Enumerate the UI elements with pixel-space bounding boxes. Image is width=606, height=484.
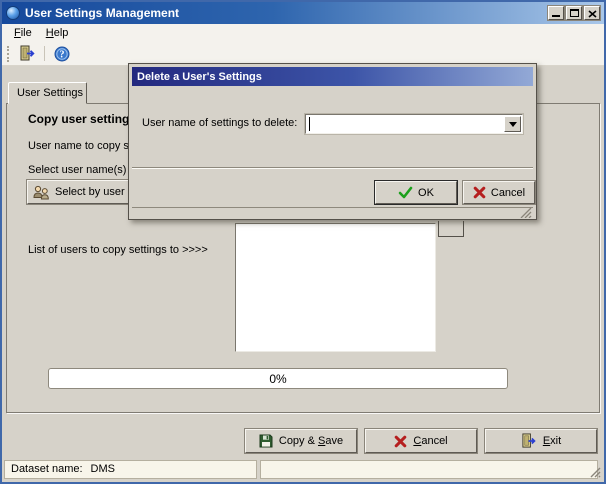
red-x-icon bbox=[473, 186, 486, 199]
svg-text:?: ? bbox=[60, 49, 65, 60]
text-caret bbox=[309, 117, 310, 131]
toolbar-grip[interactable] bbox=[7, 46, 9, 62]
partially-hidden-button[interactable] bbox=[438, 221, 464, 237]
cancel-button[interactable]: Cancel bbox=[365, 429, 477, 453]
dialog-ok-button[interactable]: OK bbox=[375, 181, 457, 204]
exit-door-icon bbox=[19, 45, 36, 62]
green-check-icon bbox=[398, 186, 413, 199]
delete-user-combo-input[interactable] bbox=[310, 116, 500, 132]
tab-user-settings[interactable]: User Settings bbox=[8, 82, 87, 104]
menu-item-help[interactable]: Help bbox=[39, 25, 76, 41]
maximize-button[interactable] bbox=[566, 6, 582, 20]
help-icon: ? bbox=[54, 46, 70, 62]
window-titlebar[interactable]: User Settings Management bbox=[2, 2, 604, 24]
status-bar: Dataset name: DMS bbox=[2, 456, 604, 482]
progress-bar: 0% bbox=[48, 368, 508, 389]
dialog-divider bbox=[132, 167, 533, 169]
copy-to-users-listbox[interactable] bbox=[235, 223, 436, 352]
maximize-icon bbox=[570, 9, 579, 17]
dialog-resize-grip-icon[interactable] bbox=[520, 207, 532, 218]
minimize-icon bbox=[552, 15, 560, 17]
menu-bar: File Help bbox=[2, 24, 604, 42]
users-icon bbox=[33, 185, 50, 200]
exit-door-icon bbox=[521, 433, 537, 449]
window-title: User Settings Management bbox=[25, 6, 548, 20]
status-dataset-panel: Dataset name: DMS bbox=[4, 460, 257, 479]
status-empty-panel bbox=[260, 460, 598, 479]
delete-user-combobox[interactable] bbox=[305, 114, 523, 134]
app-window: User Settings Management File Help bbox=[0, 0, 606, 484]
app-icon bbox=[6, 6, 20, 20]
exit-button[interactable]: Exit bbox=[485, 429, 597, 453]
list-of-users-label: List of users to copy settings to >>>> bbox=[28, 244, 208, 256]
combo-dropdown-button[interactable] bbox=[504, 116, 521, 132]
close-button[interactable] bbox=[584, 6, 600, 20]
close-icon bbox=[588, 10, 597, 18]
dialog-cancel-button[interactable]: Cancel bbox=[463, 181, 535, 204]
copy-settings-heading: Copy user settings bbox=[28, 112, 136, 126]
toolbar-exit-button[interactable] bbox=[14, 44, 40, 64]
resize-grip-icon[interactable] bbox=[589, 466, 601, 478]
minimize-button[interactable] bbox=[548, 6, 564, 20]
chevron-down-icon bbox=[509, 122, 517, 127]
floppy-disk-icon bbox=[259, 434, 273, 448]
toolbar-help-button[interactable]: ? bbox=[49, 44, 75, 64]
dialog-bottom-strip bbox=[132, 207, 533, 218]
delete-settings-dialog: Delete a User's Settings User name of se… bbox=[128, 63, 537, 220]
dialog-titlebar[interactable]: Delete a User's Settings bbox=[132, 67, 533, 86]
dialog-title: Delete a User's Settings bbox=[137, 71, 262, 83]
red-x-icon bbox=[394, 435, 407, 448]
progress-percent: 0% bbox=[269, 372, 286, 386]
toolbar-separator bbox=[44, 46, 45, 61]
menu-item-file[interactable]: File bbox=[7, 25, 39, 41]
delete-field-label: User name of settings to delete: bbox=[142, 117, 297, 129]
dataset-name-value: DMS bbox=[91, 463, 115, 475]
copy-and-save-button[interactable]: Copy & Save bbox=[245, 429, 357, 453]
dataset-name-label: Dataset name: bbox=[11, 463, 83, 475]
